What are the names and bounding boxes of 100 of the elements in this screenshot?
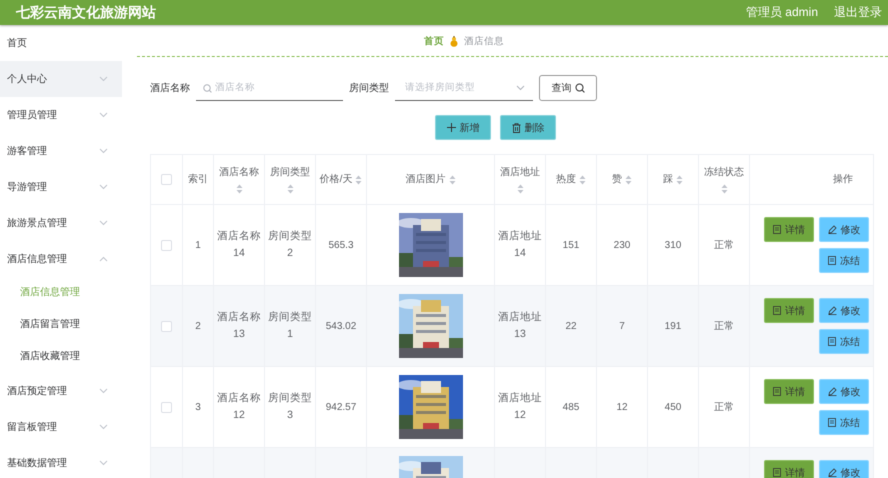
search-icon — [203, 84, 212, 92]
menu-item[interactable]: 游客管理 — [0, 133, 122, 169]
document-icon — [773, 387, 781, 396]
pencil-icon — [828, 387, 836, 396]
detail-button[interactable]: 详情 — [764, 460, 814, 478]
column-header: 酒店图片 — [406, 172, 446, 186]
menu-item[interactable]: 管理员管理 — [0, 97, 122, 133]
edit-button[interactable]: 修改 — [819, 217, 869, 242]
table-cell-text: 7 — [619, 320, 625, 334]
table-cell-text: 485 — [562, 400, 580, 414]
column-header: 操作 — [833, 172, 853, 186]
sort-icon[interactable] — [355, 174, 362, 184]
table-cell-text: 22 — [565, 320, 577, 334]
checkbox[interactable] — [161, 174, 172, 185]
column-header: 价格/天 — [320, 172, 352, 186]
table-cell-text: 310 — [664, 238, 682, 252]
sort-icon[interactable] — [720, 184, 728, 194]
edit-button[interactable]: 修改 — [819, 298, 869, 323]
menu-item[interactable]: 基础数据管理 — [0, 445, 122, 478]
query-button[interactable]: 查询 — [539, 75, 597, 101]
menu-item[interactable]: 旅游景点管理 — [0, 205, 122, 241]
delete-button[interactable]: 删除 — [500, 115, 556, 140]
edit-button[interactable]: 修改 — [819, 379, 869, 404]
column-header: 房间类型 — [270, 166, 310, 180]
menu-item[interactable]: 个人中心 — [0, 61, 122, 97]
sort-icon[interactable] — [676, 174, 683, 184]
table-cell-text: 230 — [614, 238, 630, 252]
table-cell-text: 3 — [195, 400, 201, 414]
table-cell-text: 酒店名称12 — [217, 391, 261, 423]
pencil-icon — [828, 306, 836, 315]
pencil-icon — [828, 225, 836, 234]
document-icon — [773, 306, 781, 315]
search-field[interactable]: 酒店名称 — [196, 76, 343, 100]
column-header: 酒店地址 — [500, 166, 540, 180]
table-cell-text: 酒店名称14 — [217, 229, 261, 261]
freeze-button[interactable]: 冻结 — [819, 248, 869, 273]
document-icon — [828, 337, 836, 346]
gourd-icon — [450, 36, 458, 46]
document-icon — [828, 256, 836, 265]
menu-item[interactable]: 留言板管理 — [0, 409, 122, 445]
chevron-icon — [516, 84, 525, 90]
column-header: 热度 — [556, 172, 576, 186]
table-cell-text: 543.02 — [326, 320, 356, 334]
column-header: 酒店名称 — [219, 166, 259, 180]
add-button[interactable]: 新增 — [435, 115, 491, 140]
column-header: 踩 — [663, 172, 673, 186]
table-cell-text: 正常 — [714, 400, 734, 414]
search-icon — [574, 83, 584, 93]
submenu-item[interactable]: 酒店留言管理 — [0, 309, 122, 341]
detail-button[interactable]: 详情 — [764, 379, 814, 404]
sort-icon[interactable] — [579, 174, 586, 184]
select-field[interactable]: 请选择房间类型 — [395, 76, 533, 100]
document-icon — [773, 468, 781, 477]
menu-item[interactable]: 导游管理 — [0, 169, 122, 205]
table-cell-text: 房间类型1 — [268, 310, 312, 342]
user-name: 管理员 admin — [746, 4, 818, 21]
trash-icon — [512, 122, 520, 132]
detail-button[interactable]: 详情 — [764, 217, 814, 242]
breadcrumb-item: 酒店信息 — [464, 34, 504, 48]
sort-icon[interactable] — [516, 184, 524, 194]
table-cell-text: 酒店名称13 — [217, 310, 261, 342]
plus-icon — [446, 123, 456, 132]
menu-item[interactable]: 酒店信息管理 — [0, 241, 122, 277]
menu-item[interactable]: 酒店预定管理 — [0, 373, 122, 409]
pencil-icon — [828, 468, 836, 477]
table-cell-text: 1 — [195, 238, 201, 252]
table-cell-text: 942.57 — [326, 400, 356, 414]
table-cell-text: 450 — [664, 400, 682, 414]
table-cell-text: 酒店地址13 — [498, 310, 542, 342]
table-cell-text: 191 — [664, 320, 682, 334]
sort-icon[interactable] — [448, 174, 456, 184]
freeze-button[interactable]: 冻结 — [819, 410, 869, 435]
sort-icon[interactable] — [236, 184, 242, 194]
edit-button[interactable]: 修改 — [819, 460, 869, 478]
column-header: 赞 — [612, 172, 622, 186]
table-cell-text: 酒店地址14 — [498, 229, 542, 261]
freeze-button[interactable]: 冻结 — [819, 329, 869, 354]
table-cell-text: 正常 — [714, 320, 734, 334]
table-cell-text: 正常 — [714, 238, 734, 252]
table-cell-text: 2 — [195, 320, 201, 334]
sort-icon[interactable] — [625, 174, 632, 184]
detail-button[interactable]: 详情 — [764, 298, 814, 323]
sort-icon[interactable] — [286, 184, 294, 194]
field-label: 房间类型 — [349, 82, 389, 95]
document-icon — [773, 225, 781, 234]
checkbox[interactable] — [161, 320, 172, 332]
table-cell-text: 12 — [616, 400, 628, 414]
table-cell-text: 151 — [562, 238, 580, 252]
column-header: 冻结状态 — [704, 166, 744, 180]
site-title: 七彩云南文化旅游网站 — [16, 4, 157, 22]
table-cell-text: 酒店地址12 — [498, 391, 542, 423]
column-header: 索引 — [188, 172, 208, 186]
submenu-item[interactable]: 酒店收藏管理 — [0, 341, 122, 373]
menu-item[interactable]: 首页 — [0, 25, 122, 61]
checkbox[interactable] — [161, 240, 172, 250]
field-label: 酒店名称 — [150, 82, 190, 95]
document-icon — [828, 418, 836, 427]
table-cell-text: 房间类型2 — [268, 229, 312, 261]
checkbox[interactable] — [161, 402, 172, 412]
table-cell-text: 565.3 — [328, 238, 354, 252]
